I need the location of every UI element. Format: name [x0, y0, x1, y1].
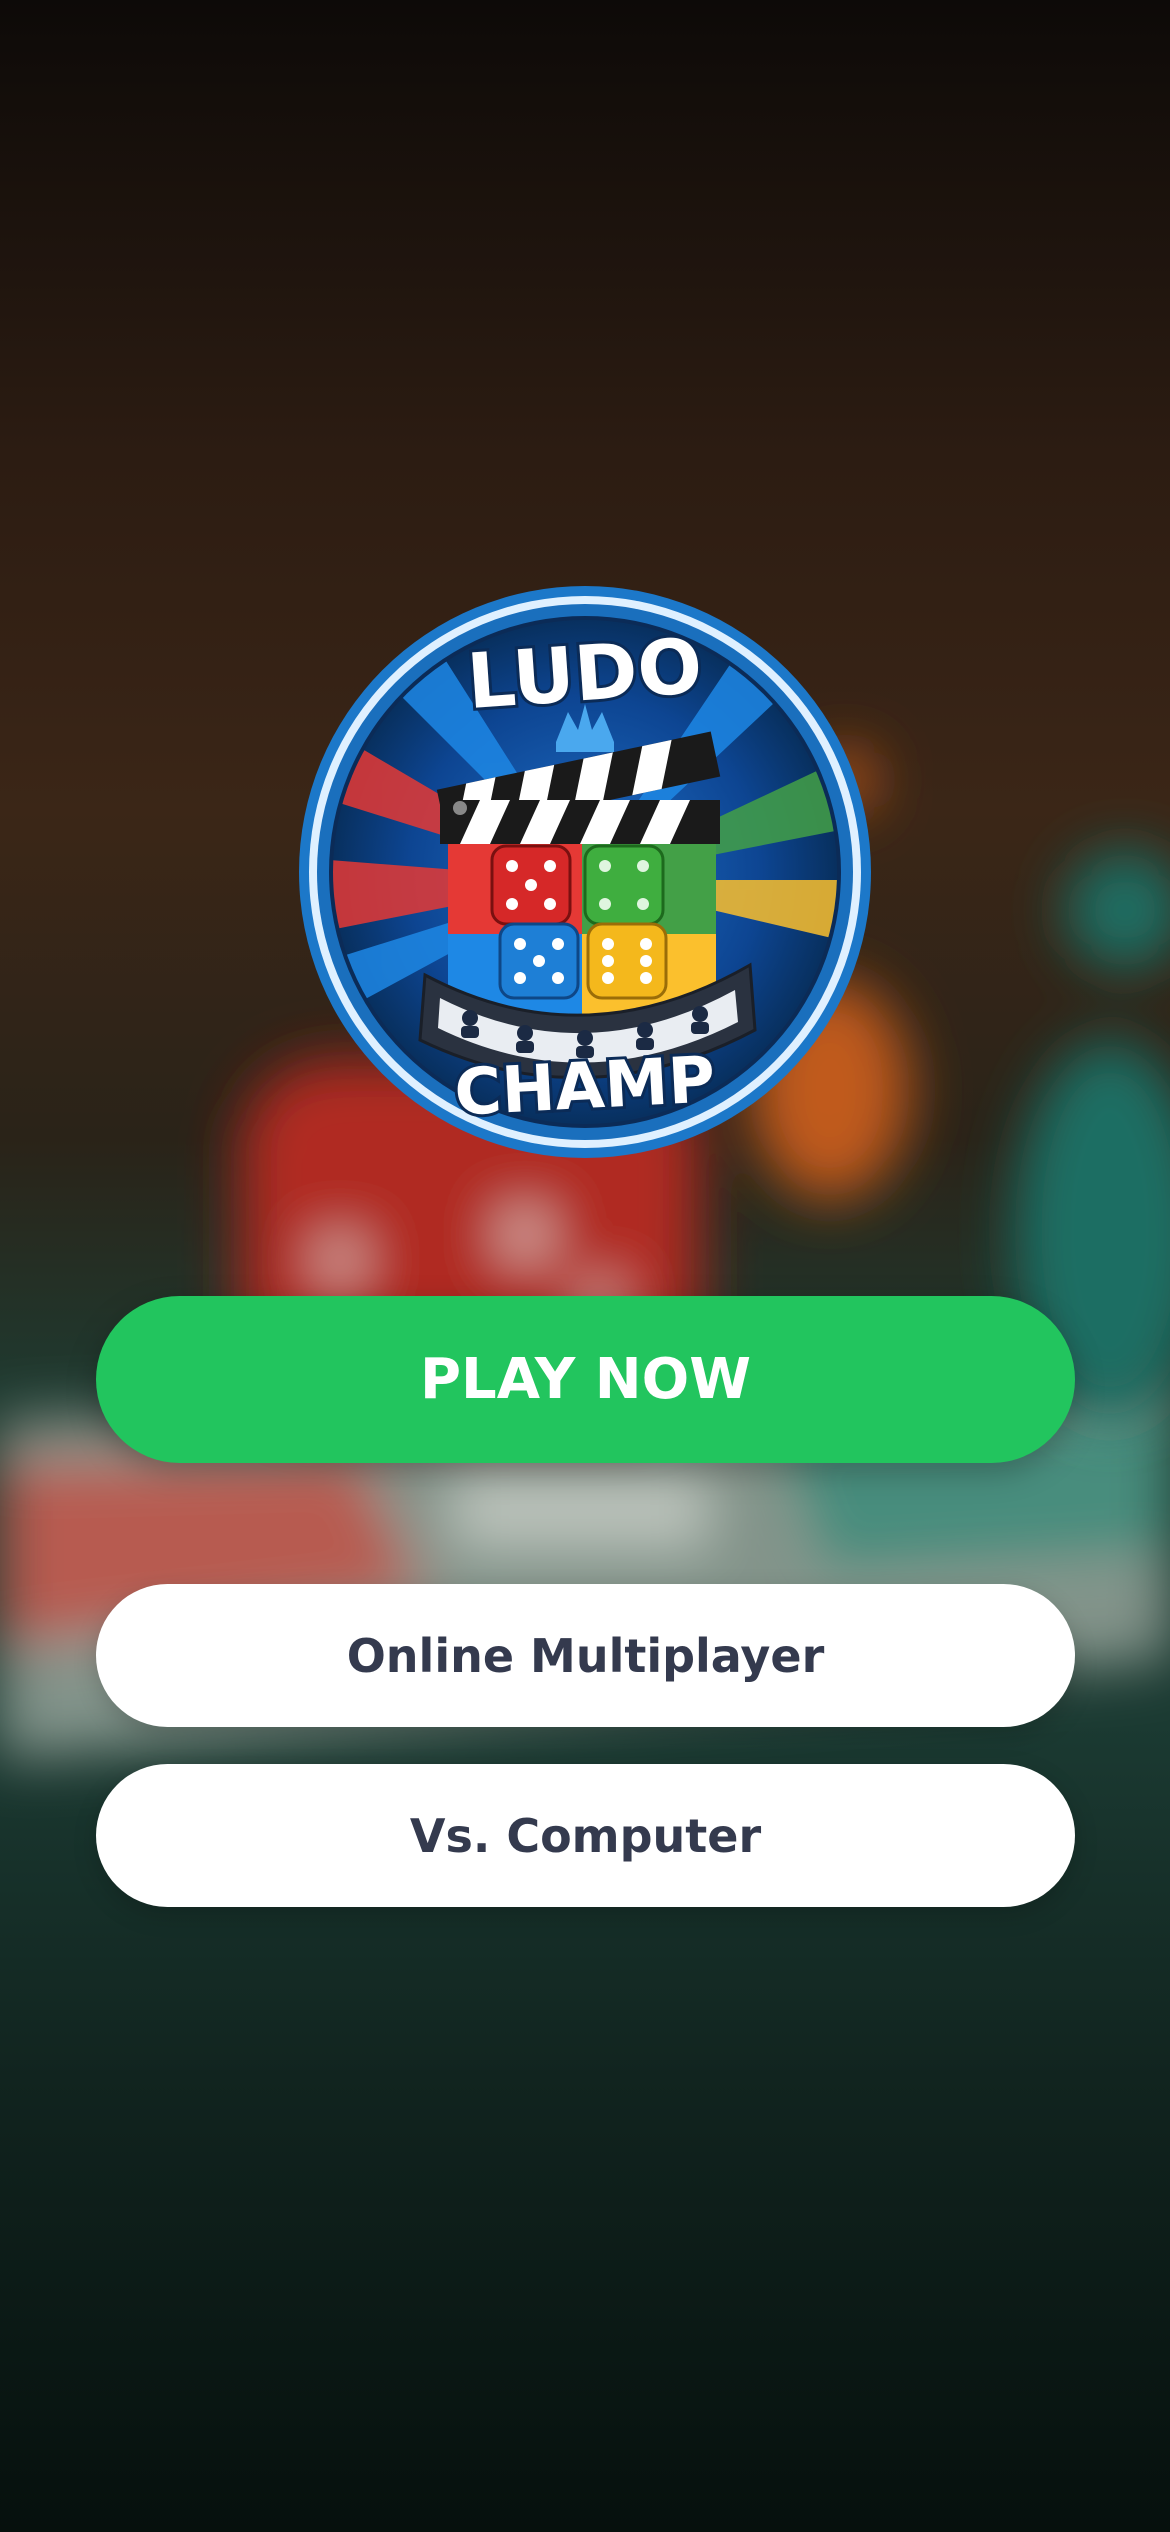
vs-computer-label: Vs. Computer: [409, 1808, 762, 1863]
logo-title-text: LUDO: [464, 621, 705, 726]
play-now-label: PLAY NOW: [420, 1347, 751, 1412]
play-now-button[interactable]: PLAY NOW: [96, 1296, 1075, 1463]
ludo-champ-logo: LUDO CHAMP: [299, 586, 871, 1158]
online-multiplayer-label: Online Multiplayer: [346, 1628, 825, 1683]
vs-computer-button[interactable]: Vs. Computer: [96, 1764, 1075, 1907]
background-scene: LUDO CHAMP: [0, 0, 1170, 2532]
logo-subtitle-text: CHAMP: [453, 1043, 717, 1131]
online-multiplayer-button[interactable]: Online Multiplayer: [96, 1584, 1075, 1727]
